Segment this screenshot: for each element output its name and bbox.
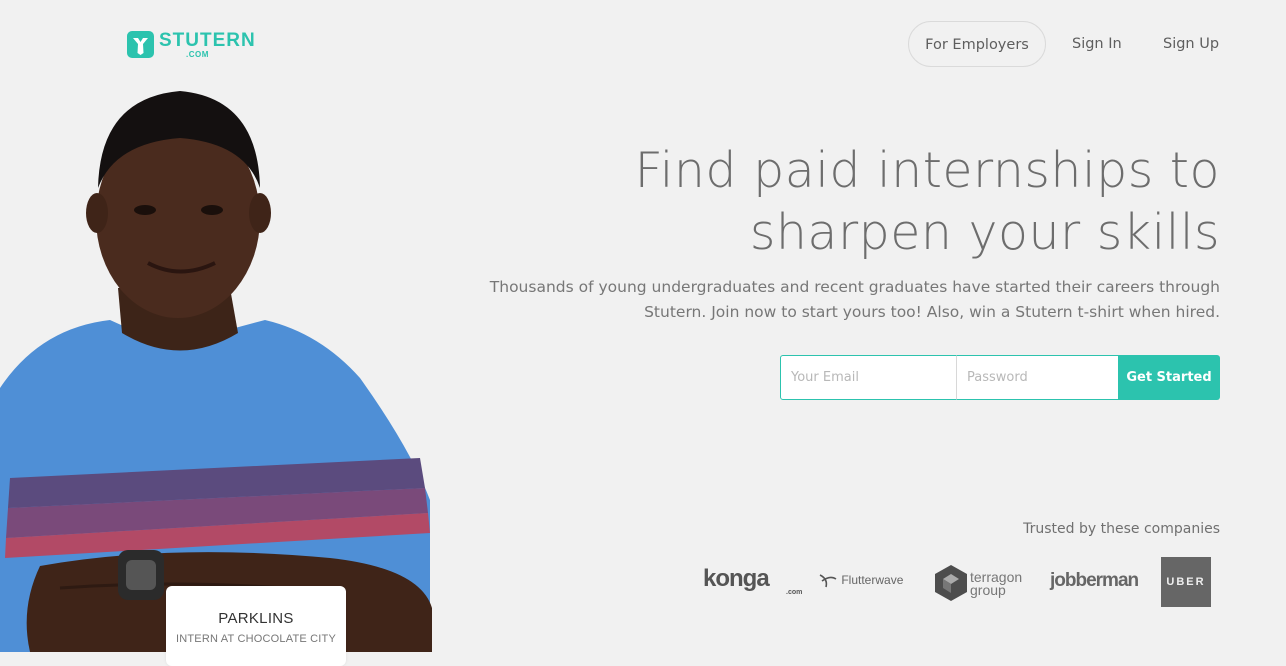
terragon-cube-icon	[935, 565, 967, 601]
sign-in-link[interactable]: Sign In	[1072, 21, 1122, 67]
headline-line-2: sharpen your skills	[749, 204, 1220, 261]
for-employers-button[interactable]: For Employers	[908, 21, 1046, 67]
intern-caption-card: PARKLINS INTERN AT CHOCOLATE CITY	[166, 586, 346, 666]
logo-domain-suffix: .COM	[186, 50, 209, 59]
intern-role: INTERN AT CHOCOLATE CITY	[175, 633, 337, 645]
password-field[interactable]	[956, 355, 1119, 400]
get-started-button[interactable]: Get Started	[1118, 355, 1220, 400]
subtext-line-1: Thousands of young undergraduates and re…	[489, 278, 1220, 296]
terragon-group-logo: terragon group	[934, 564, 1022, 606]
logo-wordmark: STUTERN	[159, 30, 256, 51]
email-field[interactable]	[780, 355, 957, 400]
sign-up-link[interactable]: Sign Up	[1163, 21, 1219, 67]
intern-photo	[0, 91, 433, 652]
intern-name: PARKLINS	[218, 610, 294, 627]
flutterwave-logo: Flutterwave	[818, 573, 903, 589]
konga-logo: konga .com	[703, 565, 803, 596]
trusted-heading: Trusted by these companies	[1023, 521, 1220, 537]
hero-subtext: Thousands of young undergraduates and re…	[480, 275, 1220, 325]
headline-line-1: Find paid internships to	[634, 142, 1220, 199]
stutern-logo[interactable]: STUTERN .COM	[127, 30, 267, 64]
signup-form: Get Started	[780, 355, 1220, 400]
uber-logo: UBER	[1161, 557, 1211, 607]
jobberman-logo: jobberman	[1050, 570, 1139, 591]
flutterwave-mark-icon	[819, 574, 837, 588]
hero-headline: Find paid internships to sharpen your sk…	[520, 140, 1220, 264]
subtext-line-2: Stutern. Join now to start yours too! Al…	[644, 303, 1220, 321]
stutern-tie-icon	[127, 31, 154, 58]
